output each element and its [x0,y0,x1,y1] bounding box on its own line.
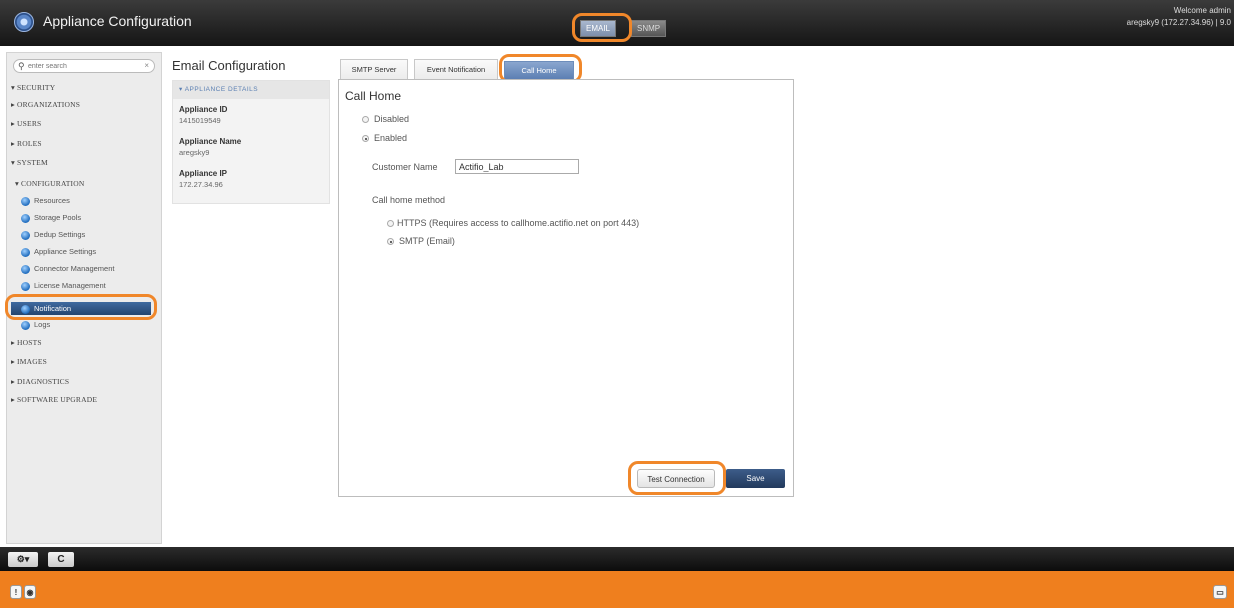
camera-icon[interactable]: ◉ [24,585,36,599]
sidebar-item-resources[interactable]: Resources [21,195,70,207]
globe-icon [21,264,30,274]
nav-images[interactable]: ▸ IMAGES [11,357,47,366]
disabled-radio[interactable] [362,116,369,123]
globe-icon [21,320,30,330]
bottom-toolbar: ⚙▾ C [0,547,1234,571]
tab-event-notification[interactable]: Event Notification [414,59,498,79]
appliance-ip-label: Appliance IP [179,169,228,178]
app-logo-icon [14,12,34,32]
sidebar-item-label: Storage Pools [34,213,82,222]
nav-security[interactable]: ▾ SECURITY [11,83,55,92]
sidebar-item-notification[interactable]: Notification [11,302,151,315]
globe-icon [21,247,30,257]
sidebar-item-label: Connector Management [34,264,115,273]
globe-icon [21,281,30,291]
nav-system-label: SYSTEM [17,158,48,167]
clear-search-icon[interactable]: × [144,61,149,70]
nav-users[interactable]: ▸ USERS [11,119,41,128]
appliance-details-header[interactable]: ▾ APPLIANCE DETAILS [173,81,329,99]
nav-diagnostics-label: DIAGNOSTICS [17,377,70,386]
left-nav: ⚲ × ▾ SECURITY ▸ ORGANIZATIONS ▸ USERS ▸… [6,52,162,544]
sidebar-item-license-management[interactable]: License Management [21,280,106,292]
appliance-name-label: Appliance Name [179,137,242,146]
disabled-label: Disabled [374,114,410,124]
globe-icon [21,213,30,223]
sidebar-item-label: License Management [34,281,106,290]
sidebar-item-label: Dedup Settings [34,230,86,239]
nav-images-label: IMAGES [17,357,47,366]
info-icon[interactable]: ! [10,585,22,599]
nav-users-label: USERS [17,119,42,128]
nav-configuration[interactable]: ▾ CONFIGURATION [15,179,84,188]
nav-diagnostics[interactable]: ▸ DIAGNOSTICS [11,377,69,386]
smtp-radio[interactable] [387,238,394,245]
tab-snmp[interactable]: SNMP [631,20,667,37]
nav-organizations[interactable]: ▸ ORGANIZATIONS [11,100,80,109]
customer-name-label: Customer Name [372,162,438,172]
sidebar-item-label: Notification [34,304,72,313]
appliance-name-value: aregsky9 [179,148,210,157]
appliance-id-label: Appliance ID [179,105,228,114]
chat-icon[interactable]: ▭ [1213,585,1227,599]
save-button[interactable]: Save [726,469,785,488]
nav-hosts[interactable]: ▸ HOSTS [11,338,42,347]
sidebar-item-appliance-settings[interactable]: Appliance Settings [21,246,96,258]
call-home-title: Call Home [345,89,402,103]
appliance-details-label: APPLIANCE DETAILS [184,86,259,93]
globe-icon [21,304,30,314]
appliance-ip-value: 172.27.34.96 [179,180,223,189]
enabled-radio[interactable] [362,135,369,142]
nav-hosts-label: HOSTS [17,338,42,347]
sidebar-item-dedup-settings[interactable]: Dedup Settings [21,229,85,241]
nav-system[interactable]: ▾ SYSTEM [11,158,48,167]
email-config-title: Email Configuration [172,58,286,73]
status-bar: ! ◉ ▭ [0,571,1234,608]
test-connection-button[interactable]: Test Connection [637,469,715,488]
sidebar-item-label: Resources [34,196,70,205]
globe-icon [21,230,30,240]
https-radio[interactable] [387,220,394,227]
sidebar-item-storage-pools[interactable]: Storage Pools [21,212,81,224]
welcome-text: Welcome admin [1173,6,1231,15]
smtp-label: SMTP (Email) [399,236,455,246]
nav-software-upgrade[interactable]: ▸ SOFTWARE UPGRADE [11,395,97,404]
sidebar-item-logs[interactable]: Logs [21,319,50,331]
sidebar-item-label: Appliance Settings [34,247,97,256]
https-label: HTTPS (Requires access to callhome.actif… [397,218,640,228]
nav-configuration-label: CONFIGURATION [21,179,85,188]
appliance-id-value: 1415019549 [179,116,221,125]
appliance-details-panel: ▾ APPLIANCE DETAILS Appliance ID 1415019… [172,80,330,204]
search-icon: ⚲ [18,61,25,71]
nav-organizations-label: ORGANIZATIONS [17,100,81,109]
nav-roles-label: ROLES [17,139,42,148]
nav-roles[interactable]: ▸ ROLES [11,139,42,148]
nav-software-upgrade-label: SOFTWARE UPGRADE [17,395,98,404]
enabled-label: Enabled [374,133,408,143]
app-title: Appliance Configuration [43,13,192,29]
tab-call-home[interactable]: Call Home [504,61,574,79]
search-input[interactable] [28,61,138,71]
tab-email[interactable]: EMAIL [580,20,617,37]
top-bar: Appliance Configuration EMAIL SNMP Welco… [0,0,1234,46]
customer-name-input[interactable] [455,159,579,174]
nav-security-label: SECURITY [17,83,56,92]
call-home-method-label: Call home method [372,195,446,205]
settings-gear-icon[interactable]: ⚙▾ [8,552,38,567]
refresh-button[interactable]: C [48,552,74,567]
sidebar-item-label: Logs [34,320,51,329]
sidebar-item-connector-management[interactable]: Connector Management [21,263,114,275]
welcome-info: Welcome admin aregsky9 (172.27.34.96) | … [1127,5,1231,29]
tab-smtp-server[interactable]: SMTP Server [340,59,408,79]
host-info: aregsky9 (172.27.34.96) | 9.0 [1126,18,1231,27]
search-box: ⚲ × [13,59,155,73]
globe-icon [21,196,30,206]
